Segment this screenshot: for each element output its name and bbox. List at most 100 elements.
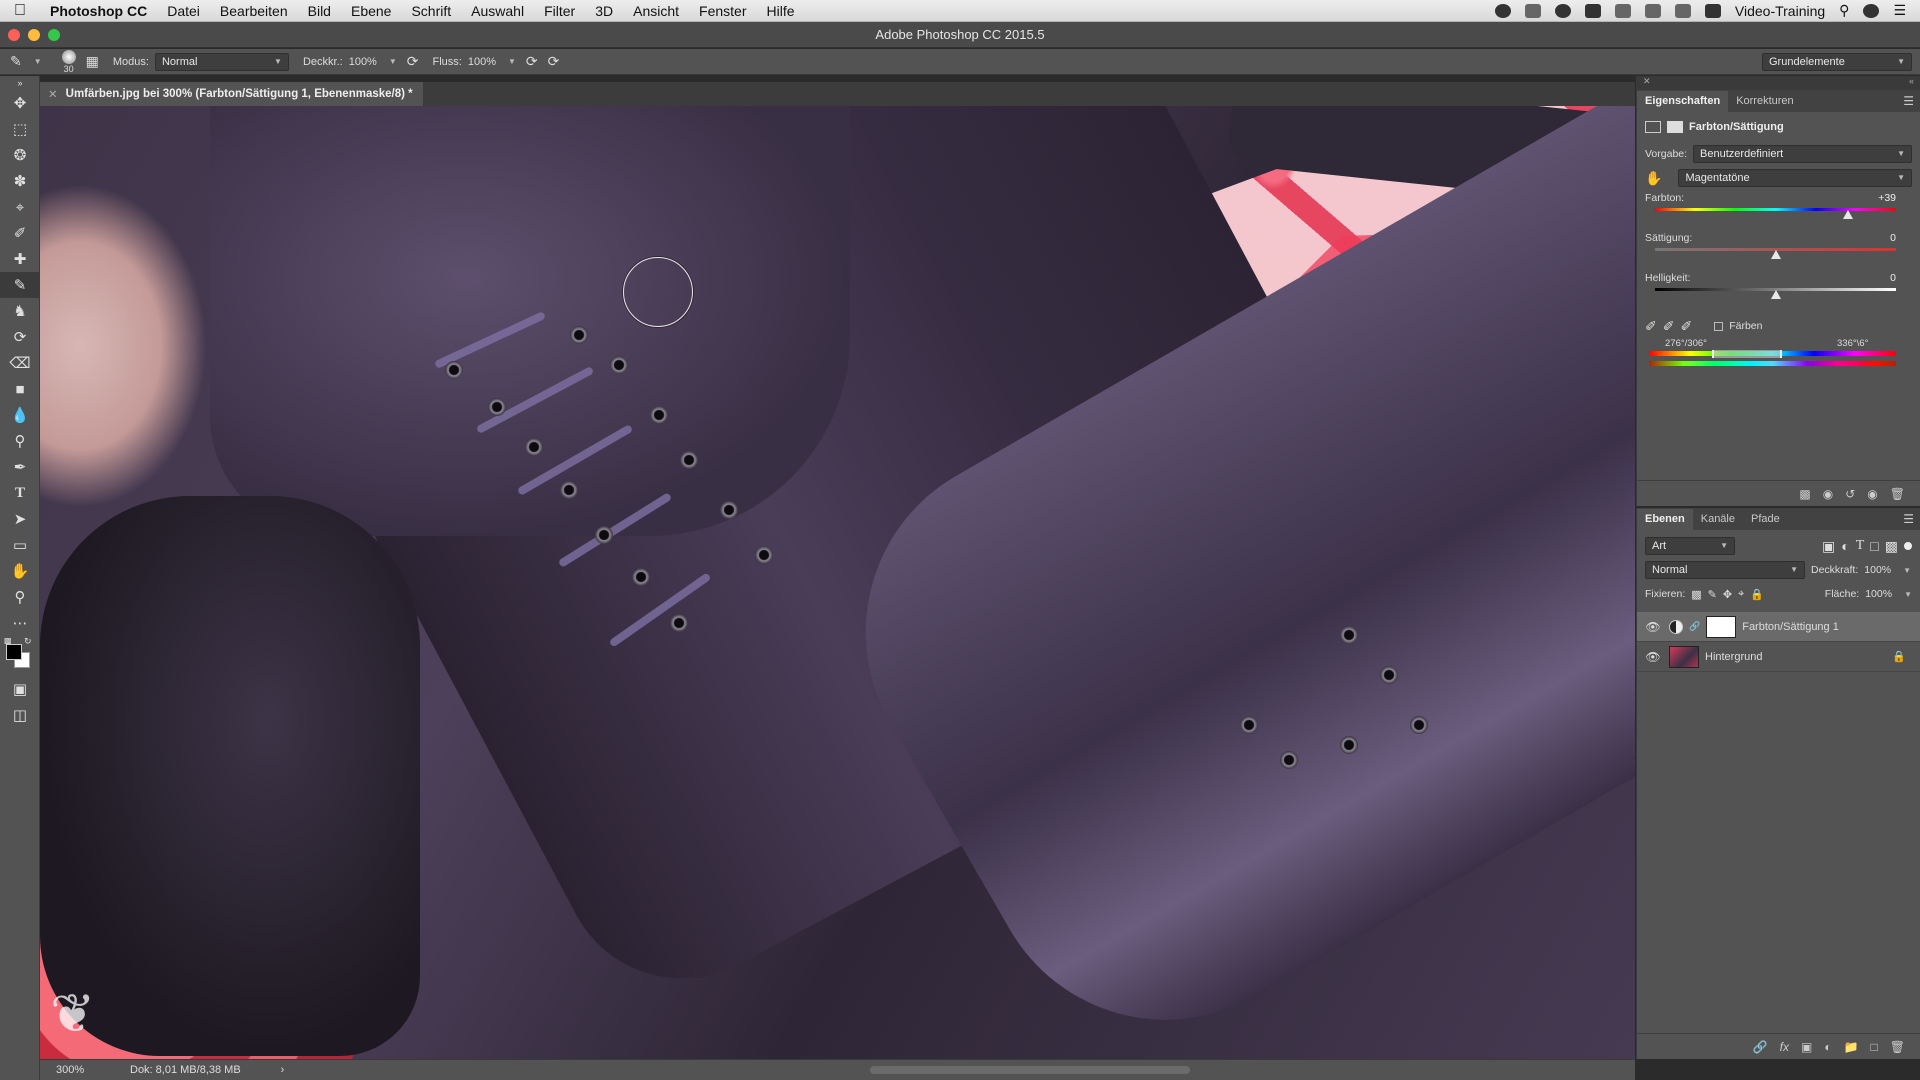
menu-schrift[interactable]: Schrift: [401, 3, 461, 19]
new-adjustment-layer-icon[interactable]: ◐: [1824, 1040, 1831, 1054]
menu-ansicht[interactable]: Ansicht: [623, 3, 689, 19]
minimize-window-button[interactable]: [28, 29, 40, 41]
skype-icon[interactable]: [1614, 3, 1631, 18]
targeted-adjustment-hand-icon[interactable]: ✋: [1645, 170, 1662, 187]
add-mask-icon[interactable]: ▣: [1801, 1040, 1812, 1054]
visibility-icon[interactable]: ◉: [1867, 487, 1877, 501]
new-layer-icon[interactable]: □: [1871, 1040, 1878, 1054]
lock-pixels-icon[interactable]: ✎: [1708, 588, 1717, 601]
menu-3d[interactable]: 3D: [585, 3, 623, 19]
close-tab-icon[interactable]: ✕: [48, 87, 58, 101]
reset-icon[interactable]: ↺: [1845, 487, 1855, 501]
flaeche-value[interactable]: 100%: [1865, 588, 1892, 600]
chevron-down-icon[interactable]: ▼: [1903, 566, 1911, 575]
panel-menu-icon[interactable]: ☰: [1903, 512, 1914, 526]
gradient-tool[interactable]: ■: [0, 376, 40, 402]
blur-tool[interactable]: 💧: [0, 402, 40, 428]
delete-adjustment-icon[interactable]: 🗑: [1890, 487, 1905, 501]
horizontal-scrollbar[interactable]: [870, 1066, 1190, 1074]
mask-icon[interactable]: [1667, 121, 1683, 133]
clone-stamp-tool[interactable]: ♞: [0, 298, 40, 324]
menu-ebene[interactable]: Ebene: [341, 3, 401, 19]
eye-icon[interactable]: 👁: [1643, 650, 1663, 664]
panel-menu-icon[interactable]: ☰: [1903, 94, 1914, 108]
display-icon[interactable]: [1584, 3, 1601, 18]
lock-transparency-icon[interactable]: ▩: [1691, 588, 1701, 601]
saettigung-value[interactable]: 0: [1890, 232, 1896, 244]
screen-mode-icon[interactable]: ◫: [0, 702, 40, 728]
swap-colors-icon[interactable]: ↻: [24, 636, 32, 647]
menu-filter[interactable]: Filter: [534, 3, 585, 19]
dodge-tool[interactable]: ⚲: [0, 428, 40, 454]
eye-icon[interactable]: 👁: [1643, 620, 1663, 634]
more-tools-icon[interactable]: ⋯: [0, 610, 40, 636]
move-tool[interactable]: ✥: [0, 90, 40, 116]
layer-mask-thumbnail[interactable]: [1706, 615, 1737, 638]
layer-row[interactable]: 👁 🔗 Farbton/Sättigung 1: [1637, 612, 1920, 642]
opacity-value[interactable]: 100%: [349, 56, 377, 68]
link-layers-icon[interactable]: 🔗: [1753, 1040, 1768, 1054]
dropbox-icon[interactable]: [1524, 3, 1541, 18]
lock-artboard-icon[interactable]: ⌖: [1738, 588, 1744, 601]
tool-preset-picker[interactable]: ✎ ▼: [10, 53, 42, 70]
creative-cloud-icon[interactable]: [1554, 3, 1571, 18]
brush-tool[interactable]: ✎: [0, 272, 40, 298]
spotlight-icon[interactable]: ⚲: [1839, 2, 1849, 19]
menu-bild[interactable]: Bild: [298, 3, 341, 19]
layer-filter-select[interactable]: Art ▼: [1645, 537, 1735, 555]
document-canvas[interactable]: ❦: [40, 106, 1635, 1059]
marquee-tool[interactable]: ⬚: [0, 116, 40, 142]
layer-name[interactable]: Hintergrund: [1705, 651, 1762, 663]
delete-layer-icon[interactable]: 🗑: [1890, 1040, 1905, 1054]
foreground-color-swatch[interactable]: [6, 644, 22, 660]
brush-panel-toggle[interactable]: ▦: [86, 53, 99, 70]
status-menu-arrow-icon[interactable]: ›: [281, 1064, 285, 1076]
tab-korrekturen[interactable]: Korrekturen: [1728, 91, 1801, 112]
workspace-select[interactable]: Grundelemente ▼: [1762, 52, 1912, 71]
chevron-down-icon[interactable]: ▼: [508, 57, 516, 66]
zoom-level-field[interactable]: 300%: [40, 1064, 110, 1076]
farbton-track[interactable]: [1655, 208, 1896, 211]
tab-eigenschaften[interactable]: Eigenschaften: [1637, 91, 1729, 112]
hue-range-selector[interactable]: [1712, 350, 1782, 358]
view-previous-icon[interactable]: ◉: [1823, 487, 1833, 501]
layer-row[interactable]: 👁 Hintergrund 🔒: [1637, 642, 1920, 672]
record-icon[interactable]: [1494, 3, 1511, 18]
eraser-tool[interactable]: ⌫: [0, 350, 40, 376]
helligkeit-value[interactable]: 0: [1890, 272, 1896, 284]
tab-pfade[interactable]: Pfade: [1743, 509, 1788, 530]
filter-pixel-icon[interactable]: ▣: [1822, 538, 1835, 555]
pen-tool[interactable]: ✒: [0, 454, 40, 480]
airplay-icon[interactable]: [1704, 3, 1721, 18]
bluetooth-icon[interactable]: [1644, 3, 1661, 18]
farbton-value[interactable]: +39: [1878, 192, 1896, 204]
eyedropper-tool[interactable]: ✐: [0, 220, 40, 246]
path-selection-tool[interactable]: ➤: [0, 506, 40, 532]
collapse-panel-icon[interactable]: «: [1909, 76, 1914, 90]
quick-mask-icon[interactable]: ▣: [0, 676, 40, 702]
menu-hilfe[interactable]: Hilfe: [757, 3, 805, 19]
rectangle-tool[interactable]: ▭: [0, 532, 40, 558]
chevron-down-icon[interactable]: ▼: [389, 57, 397, 66]
filter-type-icon[interactable]: T: [1856, 538, 1865, 554]
tab-kanaele[interactable]: Kanäle: [1693, 509, 1743, 530]
document-tab[interactable]: ✕ Umfärben.jpg bei 300% (Farbton/Sättigu…: [40, 82, 423, 106]
menu-app-name[interactable]: Photoshop CC: [40, 3, 157, 19]
siri-icon[interactable]: [1863, 3, 1880, 18]
menu-bearbeiten[interactable]: Bearbeiten: [210, 3, 298, 19]
zoom-window-button[interactable]: [48, 29, 60, 41]
menu-fenster[interactable]: Fenster: [689, 3, 756, 19]
history-brush-tool[interactable]: ⟳: [0, 324, 40, 350]
saettigung-thumb[interactable]: [1770, 250, 1781, 259]
modus-select[interactable]: Normal ▼: [154, 52, 289, 71]
quick-selection-tool[interactable]: ✽: [0, 168, 40, 194]
pressure-size-toggle[interactable]: ⟳: [548, 53, 560, 70]
clip-to-layer-icon[interactable]: ▩: [1799, 487, 1810, 501]
filter-smart-object-icon[interactable]: ▩: [1885, 538, 1898, 555]
flow-value[interactable]: 100%: [468, 56, 496, 68]
tab-ebenen[interactable]: Ebenen: [1637, 509, 1693, 530]
wifi-icon[interactable]: [1674, 3, 1691, 18]
mask-link-icon[interactable]: 🔗: [1689, 621, 1700, 632]
fx-icon[interactable]: fx: [1780, 1040, 1789, 1054]
filter-toggle-icon[interactable]: [1904, 542, 1912, 550]
